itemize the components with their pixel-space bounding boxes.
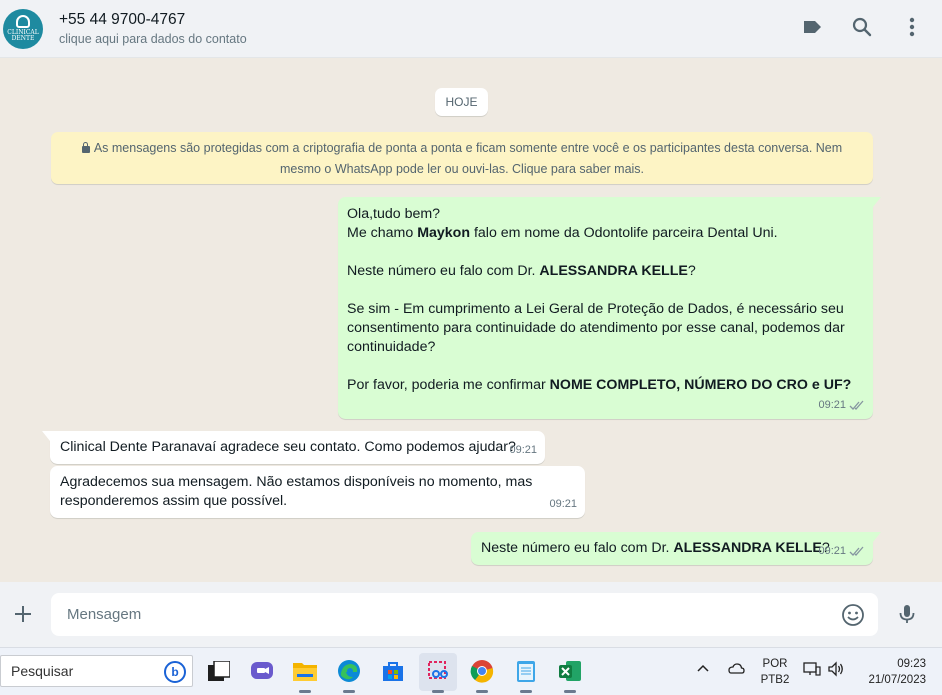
input-language[interactable]: POR PTB2 — [755, 656, 795, 688]
tray-chevron-up-icon[interactable] — [697, 662, 709, 676]
notepad-icon[interactable] — [513, 658, 539, 693]
microsoft-store-icon[interactable] — [380, 658, 406, 684]
bubble-tail — [873, 532, 881, 542]
message-text: Neste número eu falo com Dr. — [481, 540, 674, 556]
message-meta: 09:21 — [818, 542, 865, 561]
message-line: Agradecemos sua mensagem. Não estamos di… — [60, 474, 533, 490]
chat-header[interactable]: CLINICAL DENTE +55 44 9700-4767 clique a… — [0, 0, 942, 58]
task-view-icon[interactable] — [206, 658, 232, 684]
message-time: 09:21 — [549, 498, 577, 510]
emoji-icon[interactable] — [841, 603, 865, 627]
excel-icon[interactable] — [557, 658, 583, 693]
label-icon[interactable] — [800, 15, 824, 39]
message-time: 09:21 — [509, 444, 537, 456]
bubble-tail — [42, 431, 50, 441]
bing-icon[interactable]: b — [164, 661, 186, 683]
message-line: responderemos assim que possível. — [60, 493, 288, 509]
encryption-notice[interactable]: As mensagens são protegidas com a cripto… — [51, 132, 873, 184]
clock-date: 21/07/2023 — [868, 674, 926, 686]
message-line: Se sim - Em cumprimento a Lei Geral de P… — [347, 301, 844, 317]
avatar-logo-text: CLINICAL DENTE — [7, 29, 39, 42]
message-input[interactable] — [51, 593, 878, 636]
chrome-browser-icon[interactable] — [469, 658, 495, 693]
message-time: 09:21 — [818, 545, 846, 557]
teams-chat-icon[interactable] — [249, 658, 275, 684]
outgoing-message[interactable]: Neste número eu falo com Dr. ALESSANDRA … — [471, 532, 881, 565]
contact-avatar[interactable]: CLINICAL DENTE — [3, 8, 43, 49]
lock-icon — [81, 142, 90, 153]
message-meta: 09:21 — [509, 441, 537, 460]
message-composer — [0, 582, 942, 647]
message-text: Neste número eu falo com Dr. — [347, 263, 540, 279]
windows-taskbar: Pesquisar b POR PTB2 09:23 21/07/2023 — [0, 647, 942, 695]
more-vert-icon[interactable] — [900, 15, 924, 39]
date-chip: HOJE — [435, 88, 488, 116]
message-meta: 09:21 — [818, 396, 865, 415]
chat-panel[interactable]: HOJE As mensagens são protegidas com a c… — [0, 58, 942, 582]
outgoing-message[interactable]: Ola,tudo bem? Me chamo Maykon falo em no… — [338, 197, 881, 419]
taskbar-search-label: Pesquisar — [11, 663, 74, 679]
message-line: Por favor, poderia me confirmar NOME COM… — [347, 376, 864, 395]
file-explorer-icon[interactable] — [292, 658, 318, 693]
taskbar-clock[interactable]: 09:23 21/07/2023 — [856, 656, 926, 688]
incoming-message[interactable]: Agradecemos sua mensagem. Não estamos di… — [50, 466, 585, 518]
double-check-icon — [849, 400, 864, 410]
message-text: ? — [687, 263, 696, 279]
volume-icon[interactable] — [827, 661, 845, 680]
search-icon[interactable] — [850, 15, 874, 39]
message-line: continuidade? — [347, 339, 436, 355]
message-time: 09:21 — [818, 399, 846, 411]
contact-subtitle: clique aqui para dados do contato — [59, 31, 247, 46]
contact-info[interactable]: +55 44 9700-4767 clique aqui para dados … — [59, 10, 247, 48]
mic-icon[interactable] — [895, 602, 919, 626]
message-text: Por favor, poderia me confirmar — [347, 377, 550, 393]
message-text: Me chamo — [347, 225, 418, 241]
taskbar-search[interactable]: Pesquisar b — [0, 655, 193, 687]
network-display-icon[interactable] — [803, 661, 821, 680]
message-bold-text: ALESSANDRA KELLE — [673, 540, 822, 556]
bubble-tail — [873, 197, 881, 207]
message-text: falo em nome da Odontolife parceira Dent… — [470, 225, 778, 241]
message-text: Clinical Dente Paranavaí agradece seu co… — [60, 439, 516, 455]
message-line: Me chamo Maykon falo em nome da Odontoli… — [347, 224, 864, 243]
lang-bottom: PTB2 — [760, 674, 790, 686]
edge-browser-icon[interactable] — [336, 658, 362, 693]
message-meta: 09:21 — [549, 495, 577, 514]
double-check-icon — [849, 546, 864, 556]
encryption-text: As mensagens são protegidas com a cripto… — [93, 141, 843, 176]
message-bold-text: NOME COMPLETO, NÚMERO DO CRO e UF? — [549, 377, 852, 393]
tooth-logo-icon — [16, 15, 30, 28]
onedrive-cloud-icon[interactable] — [727, 661, 745, 678]
clock-time: 09:23 — [897, 658, 926, 670]
message-line: Neste número eu falo com Dr. ALESSANDRA … — [347, 262, 864, 281]
contact-name: +55 44 9700-4767 — [59, 10, 186, 28]
lang-top: POR — [762, 658, 788, 670]
message-bold-text: Maykon — [417, 225, 471, 241]
attach-plus-icon[interactable] — [11, 602, 35, 626]
message-line: Ola,tudo bem? — [347, 206, 441, 222]
message-bold-text: ALESSANDRA KELLE — [539, 263, 688, 279]
snipping-tool-icon[interactable] — [425, 658, 451, 693]
incoming-message[interactable]: Clinical Dente Paranavaí agradece seu co… — [42, 431, 545, 464]
message-line: consentimento para continuidade do atend… — [347, 320, 845, 336]
